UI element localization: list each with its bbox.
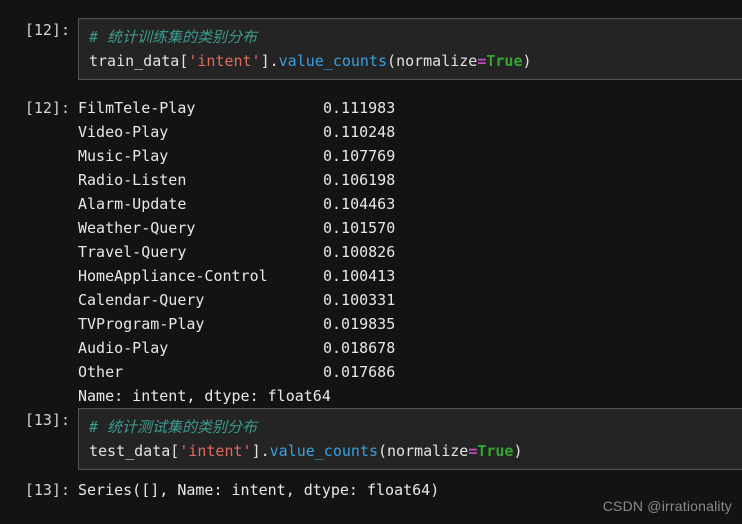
- output-row-label: Alarm-Update: [78, 195, 187, 213]
- output-row-value: 0.017686: [323, 363, 396, 381]
- output-row-label: Music-Play: [78, 147, 169, 165]
- output-row-label: Video-Play: [78, 123, 169, 141]
- output-row-value: 0.018678: [323, 339, 396, 357]
- output-row: Calendar-Query 0.100331: [78, 288, 742, 312]
- output-row-value: 0.100413: [323, 267, 396, 285]
- output-row-value: 0.019835: [323, 315, 396, 333]
- dot-token: .: [260, 442, 270, 460]
- output-row-value: 0.107769: [323, 147, 396, 165]
- output-row-label: Other: [78, 363, 124, 381]
- paren-open-token: (: [387, 52, 397, 70]
- comment-text: # 统计测试集的类别分布: [89, 418, 258, 436]
- output-row-value: 0.101570: [323, 219, 396, 237]
- cell-prompt-in-13: [13]:: [24, 411, 70, 429]
- bracket-close-token: ]: [251, 442, 261, 460]
- code-line-statement: test_data['intent'].value_counts(normali…: [89, 439, 742, 463]
- cell-prompt-out-13: [13]:: [24, 481, 70, 499]
- variable-token: train_data: [89, 52, 180, 70]
- output-row-value: 0.100331: [323, 291, 396, 309]
- paren-close-token: ): [522, 52, 532, 70]
- output-row-value: 0.106198: [323, 171, 396, 189]
- output-row: HomeAppliance-Control 0.100413: [78, 264, 742, 288]
- cell-prompt-out-12: [12]:: [24, 99, 70, 117]
- bracket-open-token: [: [179, 52, 189, 70]
- paren-open-token: (: [378, 442, 388, 460]
- output-row: Other 0.017686: [78, 360, 742, 384]
- output-row-value: 0.111983: [323, 99, 396, 117]
- function-token: value_counts: [269, 442, 378, 460]
- output-row-label: Calendar-Query: [78, 291, 205, 309]
- code-line-statement: train_data['intent'].value_counts(normal…: [89, 49, 742, 73]
- output-row: Radio-Listen 0.106198: [78, 168, 742, 192]
- kwarg-token: normalize: [387, 442, 469, 460]
- jupyter-notebook: [12]: # 统计训练集的类别分布 train_data['intent'].…: [0, 0, 742, 524]
- code-editor-13[interactable]: # 统计测试集的类别分布 test_data['intent'].value_c…: [78, 408, 742, 470]
- keyword-token: True: [486, 52, 523, 70]
- output-row-label: FilmTele-Play: [78, 99, 196, 117]
- output-row: Travel-Query 0.100826: [78, 240, 742, 264]
- output-row: Alarm-Update 0.104463: [78, 192, 742, 216]
- paren-close-token: ): [513, 442, 523, 460]
- output-row: FilmTele-Play 0.111983: [78, 96, 742, 120]
- output-row-label: HomeAppliance-Control: [78, 267, 268, 285]
- output-row-label: Audio-Play: [78, 339, 169, 357]
- watermark: CSDN @irrationality: [602, 498, 732, 514]
- output-row-label: Radio-Listen: [78, 171, 187, 189]
- bracket-open-token: [: [170, 442, 180, 460]
- variable-token: test_data: [89, 442, 171, 460]
- function-token: value_counts: [278, 52, 388, 70]
- output-row-label: Travel-Query: [78, 243, 187, 261]
- output-row: Music-Play 0.107769: [78, 144, 742, 168]
- string-token: 'intent': [188, 52, 261, 70]
- output-row: Video-Play 0.110248: [78, 120, 742, 144]
- code-line-comment: # 统计训练集的类别分布: [89, 25, 742, 49]
- string-token: 'intent': [179, 442, 252, 460]
- output-footer: Name: intent, dtype: float64: [78, 387, 331, 405]
- output-row: TVProgram-Play 0.019835: [78, 312, 742, 336]
- bracket-close-token: ]: [260, 52, 270, 70]
- output-text-12: FilmTele-Play 0.111983 Video-Play 0.110248 M…: [78, 96, 742, 408]
- output-row-label: TVProgram-Play: [78, 315, 205, 333]
- output-row: Audio-Play 0.018678: [78, 336, 742, 360]
- code-cell-input-13[interactable]: [13]: # 统计测试集的类别分布 test_data['intent'].v…: [0, 408, 742, 470]
- code-editor-12[interactable]: # 统计训练集的类别分布 train_data['intent'].value_…: [78, 18, 742, 80]
- output-row: Weather-Query 0.101570: [78, 216, 742, 240]
- output-row-label: Weather-Query: [78, 219, 196, 237]
- dot-token: .: [269, 52, 279, 70]
- code-cell-input-12[interactable]: [12]: # 统计训练集的类别分布 train_data['intent'].…: [0, 18, 742, 80]
- comment-text: # 统计训练集的类别分布: [89, 28, 258, 46]
- output-row-value: 0.110248: [323, 123, 396, 141]
- code-line-comment: # 统计测试集的类别分布: [89, 415, 742, 439]
- cell-prompt-in-12: [12]:: [24, 21, 70, 39]
- kwarg-token: normalize: [396, 52, 478, 70]
- code-cell-output-12: [12]: FilmTele-Play 0.111983 Video-Play 0.1…: [0, 96, 742, 408]
- output-row-value: 0.104463: [323, 195, 396, 213]
- output-row-value: 0.100826: [323, 243, 396, 261]
- keyword-token: True: [477, 442, 514, 460]
- equals-token: =: [468, 442, 478, 460]
